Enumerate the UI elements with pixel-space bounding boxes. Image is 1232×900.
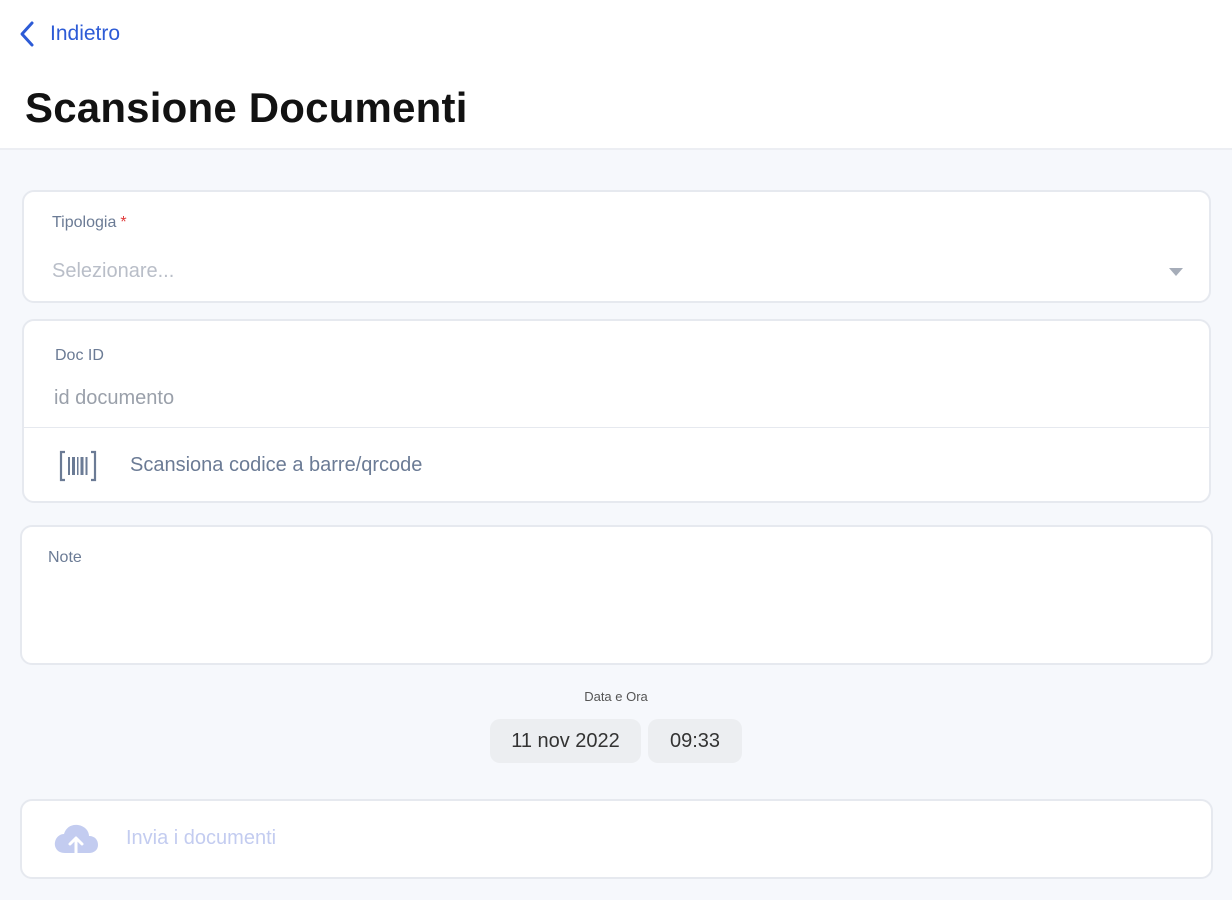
caret-down-icon xyxy=(1169,268,1183,276)
back-label: Indietro xyxy=(50,22,121,45)
note-textarea[interactable] xyxy=(46,579,1190,659)
doc-id-card: Doc ID Scansiona codice a barre/qrcode xyxy=(22,319,1211,503)
tipologia-label: Tipologia * xyxy=(52,214,127,232)
cloud-upload-icon xyxy=(52,821,100,864)
note-label: Note xyxy=(48,549,82,566)
tipologia-label-text: Tipologia xyxy=(52,214,117,231)
barcode-icon xyxy=(58,450,98,487)
send-documents-button[interactable]: Invia i documenti xyxy=(20,799,1213,879)
chevron-left-icon xyxy=(18,20,36,48)
doc-id-input[interactable] xyxy=(54,387,1154,410)
tipologia-value: Selezionare... xyxy=(52,260,175,282)
doc-id-label: Doc ID xyxy=(55,347,104,364)
top-bar: Indietro Scansione Documenti xyxy=(0,0,1232,150)
datetime-label: Data e Ora xyxy=(584,689,648,704)
tipologia-select[interactable]: Tipologia * Selezionare... xyxy=(22,190,1211,303)
scan-barcode-label: Scansiona codice a barre/qrcode xyxy=(130,454,423,476)
required-mark: * xyxy=(120,214,127,231)
date-picker[interactable]: 11 nov 2022 xyxy=(490,719,641,763)
time-picker[interactable]: 09:33 xyxy=(648,719,742,763)
note-card: Note xyxy=(20,525,1213,665)
send-documents-label: Invia i documenti xyxy=(126,827,277,849)
back-button[interactable]: Indietro xyxy=(18,18,120,50)
page-title: Scansione Documenti xyxy=(25,84,468,131)
scan-barcode-button[interactable]: Scansiona codice a barre/qrcode xyxy=(24,428,1209,502)
